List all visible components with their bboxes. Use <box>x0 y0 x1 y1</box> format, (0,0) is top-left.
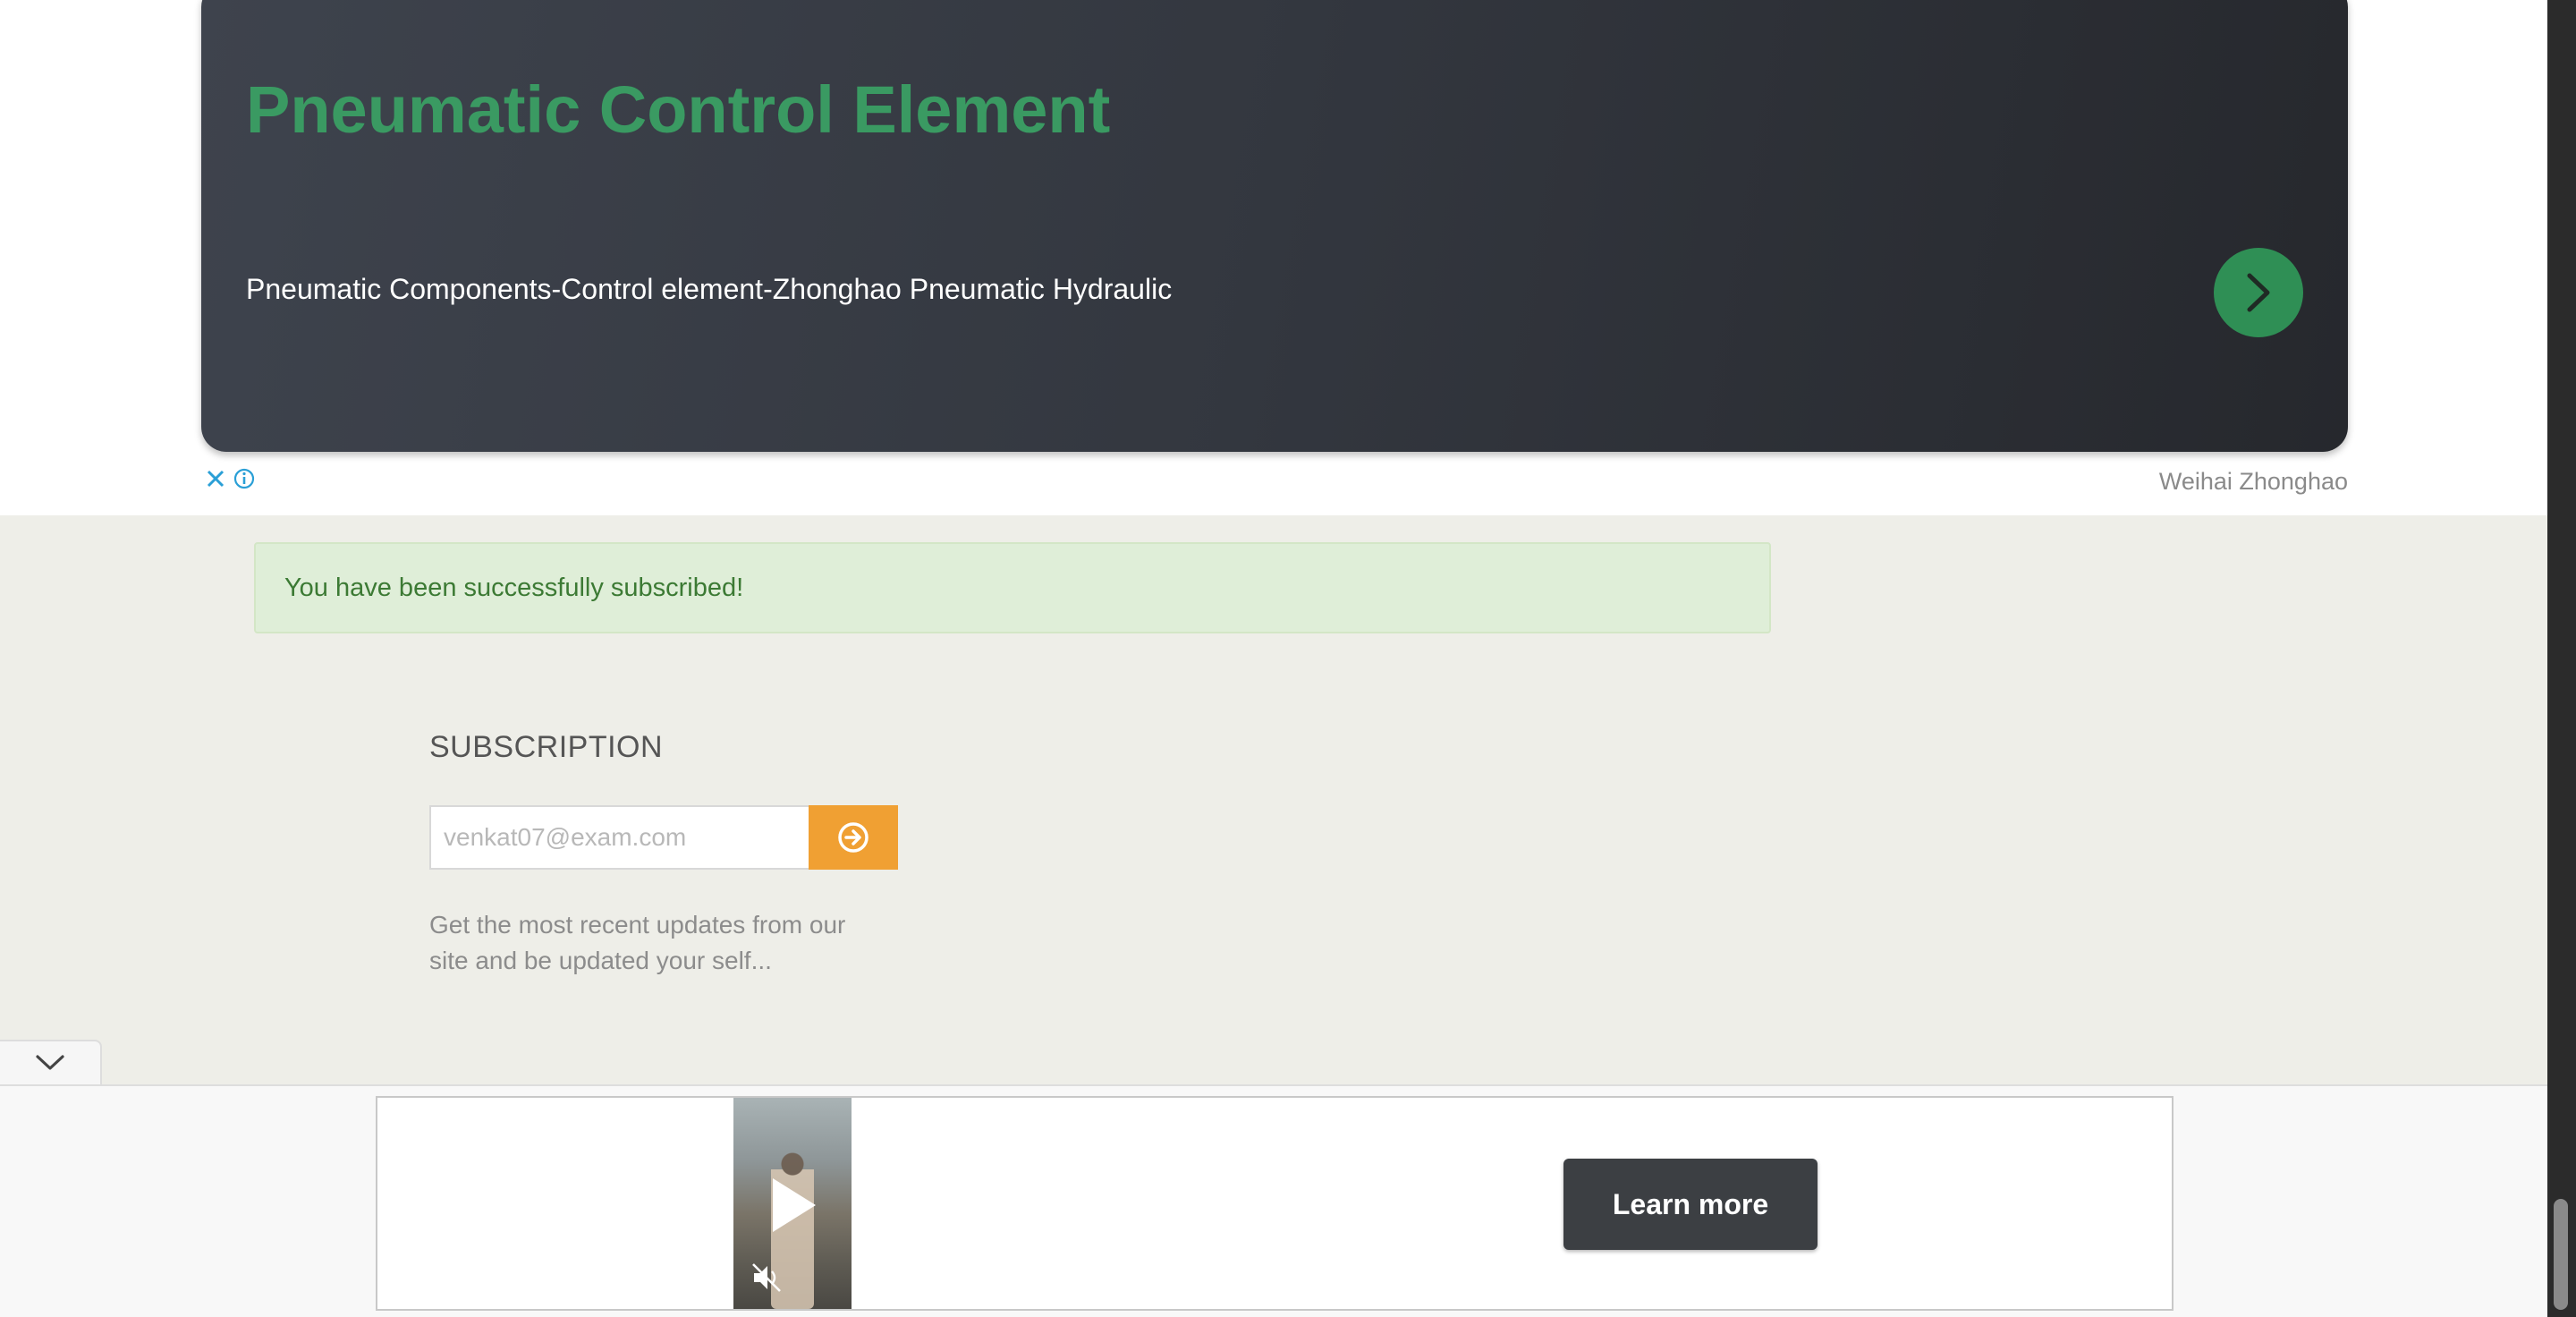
main-content: You have been successfully subscribed! S… <box>0 515 2547 1084</box>
ad-info-button[interactable] <box>233 467 256 490</box>
ad-next-button[interactable] <box>2214 248 2303 337</box>
arrow-circle-right-icon <box>838 822 869 853</box>
bottom-ad[interactable]: Learn more <box>376 1096 2174 1311</box>
subscription-description: Get the most recent updates from our sit… <box>429 911 846 974</box>
chevron-down-icon <box>36 1055 64 1070</box>
subscription-section: SUBSCRIPTION Get the most recent updates… <box>429 730 898 974</box>
ad-card[interactable]: Pneumatic Control Element Pneumatic Comp… <box>201 0 2348 452</box>
video-thumbnail[interactable] <box>733 1098 852 1309</box>
scrollbar[interactable] <box>2547 0 2576 1317</box>
email-input[interactable] <box>429 805 809 870</box>
bottom-ad-region: Learn more <box>0 1084 2547 1317</box>
ad-title[interactable]: Pneumatic Control Element <box>246 72 1110 148</box>
info-icon <box>233 468 255 489</box>
close-icon <box>207 470 225 488</box>
ad-controls <box>204 467 256 490</box>
collapse-ad-button[interactable] <box>0 1040 102 1084</box>
top-ad-region: Pneumatic Control Element Pneumatic Comp… <box>0 0 2547 515</box>
success-alert-message: You have been successfully subscribed! <box>284 573 744 602</box>
learn-more-button[interactable]: Learn more <box>1563 1159 1818 1250</box>
ad-advertiser[interactable]: Weihai Zhonghao <box>2159 468 2348 496</box>
ad-description[interactable]: Pneumatic Components-Control element-Zho… <box>246 273 1172 306</box>
ad-close-button[interactable] <box>204 467 227 490</box>
scrollbar-thumb[interactable] <box>2554 1199 2568 1310</box>
success-alert: You have been successfully subscribed! <box>254 542 1771 633</box>
subscription-heading: SUBSCRIPTION <box>429 730 664 764</box>
subscribe-button[interactable] <box>809 805 898 870</box>
play-icon[interactable] <box>773 1178 816 1232</box>
subscription-form <box>429 805 898 870</box>
muted-speaker-icon[interactable] <box>750 1261 784 1295</box>
chevron-right-icon <box>2247 273 2270 312</box>
